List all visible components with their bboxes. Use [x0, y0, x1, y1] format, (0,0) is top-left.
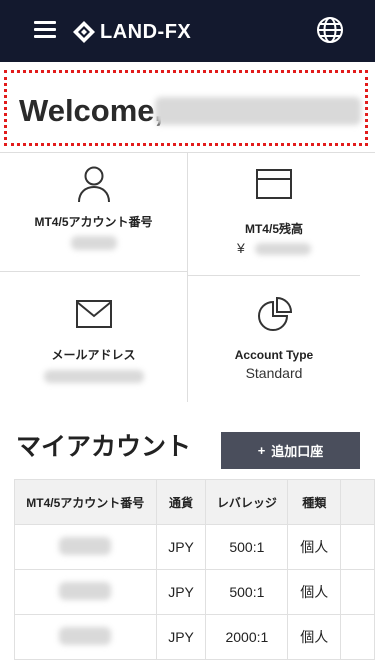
account-number-cell — [14, 569, 157, 615]
welcome-greeting: Welcome, — [19, 93, 164, 128]
welcome-banner: Welcome, — [4, 70, 368, 146]
table-row[interactable]: JPY 500:1 個人 — [14, 569, 375, 615]
info-tile-account-number: MT4/5アカウント番号 — [0, 165, 187, 255]
hamburger-menu-icon[interactable] — [34, 21, 56, 39]
email-redacted — [43, 370, 144, 383]
add-account-button[interactable]: + 追加口座 — [221, 432, 360, 469]
type-cell: 個人 — [287, 524, 342, 570]
column-header-account: MT4/5アカウント番号 — [14, 479, 157, 525]
currency-cell: JPY — [155, 614, 207, 660]
accounts-table: MT4/5アカウント番号 通貨 レバレッジ 種類 JPY 500:1 個人 JP… — [14, 479, 375, 660]
currency-symbol: ¥ — [237, 240, 245, 256]
add-account-label: 追加口座 — [271, 444, 324, 459]
tile-label: メールアドレス — [51, 348, 136, 362]
balance-value: ¥ — [188, 240, 360, 256]
account-number-cell — [14, 614, 157, 660]
user-icon — [77, 166, 110, 203]
grid-divider — [0, 271, 187, 272]
info-tile-account-type: Account Type Standard — [188, 296, 360, 381]
column-header-type: 種類 — [287, 479, 342, 525]
currency-cell: JPY — [155, 524, 207, 570]
account-number-cell — [14, 524, 157, 570]
info-tile-email: メールアドレス — [0, 299, 187, 388]
user-name-redacted — [155, 97, 361, 125]
currency-cell: JPY — [155, 569, 207, 615]
card-icon — [256, 169, 292, 199]
logo-text: LAND-FX — [100, 20, 192, 43]
type-cell: 個人 — [287, 569, 342, 615]
info-tile-balance: MT4/5残高 ¥ — [188, 168, 360, 256]
extra-cell — [340, 524, 375, 570]
section-title-my-account: マイアカウント — [16, 433, 192, 461]
column-header-currency: 通貨 — [155, 479, 207, 525]
account-type-value: Standard — [245, 365, 303, 381]
balance-redacted — [254, 243, 311, 256]
brand-logo[interactable]: LAND-FX — [72, 18, 191, 46]
account-number-redacted — [59, 581, 112, 600]
extra-cell — [340, 569, 375, 615]
tile-label: MT4/5残高 — [244, 222, 303, 236]
tile-label: MT4/5アカウント番号 — [34, 215, 153, 229]
app-header: LAND-FX — [0, 0, 375, 62]
extra-cell — [340, 614, 375, 660]
account-number-redacted — [59, 536, 112, 555]
account-number-redacted — [59, 626, 112, 645]
type-cell: 個人 — [287, 614, 342, 660]
table-row[interactable]: JPY 2000:1 個人 — [14, 614, 375, 660]
table-row[interactable]: JPY 500:1 個人 — [14, 524, 375, 570]
logo-mark-icon — [73, 21, 95, 43]
table-header-row: MT4/5アカウント番号 通貨 レバレッジ 種類 — [14, 479, 375, 525]
column-header-leverage: レバレッジ — [205, 479, 289, 525]
leverage-cell: 500:1 — [205, 569, 289, 615]
leverage-cell: 500:1 — [205, 524, 289, 570]
tile-label: Account Type — [234, 348, 314, 362]
pie-chart-icon — [258, 296, 293, 331]
account-number-redacted — [70, 236, 117, 250]
column-header-extra — [340, 479, 375, 525]
globe-icon[interactable] — [315, 15, 345, 45]
leverage-cell: 2000:1 — [205, 614, 289, 660]
plus-icon: + — [257, 443, 266, 458]
grid-divider — [188, 275, 360, 276]
mail-icon — [75, 300, 112, 328]
